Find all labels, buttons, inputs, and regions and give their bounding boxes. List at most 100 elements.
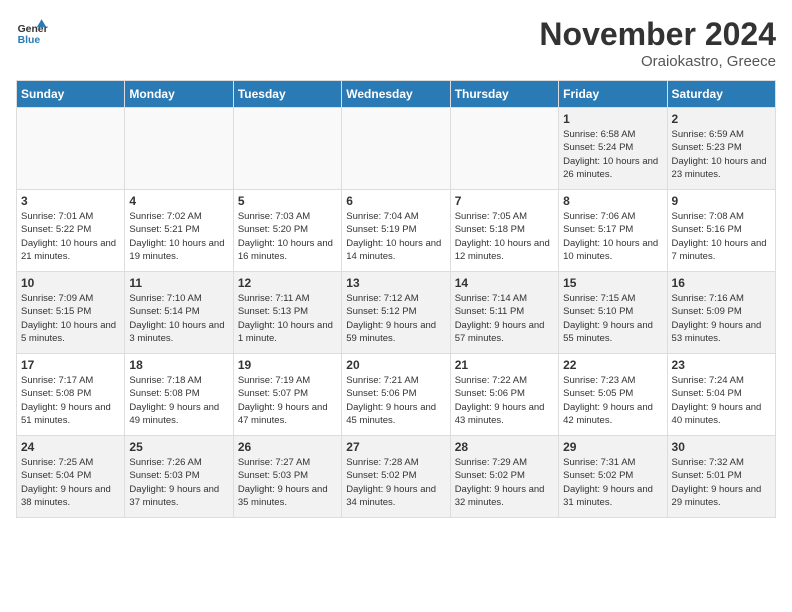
day-number: 19 bbox=[238, 358, 337, 372]
header-friday: Friday bbox=[559, 81, 667, 108]
day-info: Sunrise: 7:32 AM Sunset: 5:01 PM Dayligh… bbox=[672, 456, 771, 509]
calendar-cell: 29 Sunrise: 7:31 AM Sunset: 5:02 PM Dayli… bbox=[559, 436, 667, 518]
day-info: Sunrise: 7:15 AM Sunset: 5:10 PM Dayligh… bbox=[563, 292, 662, 345]
day-number: 13 bbox=[346, 276, 445, 290]
day-number: 11 bbox=[129, 276, 228, 290]
calendar-cell: 12 Sunrise: 7:11 AM Sunset: 5:13 PM Dayli… bbox=[233, 272, 341, 354]
calendar-cell: 7 Sunrise: 7:05 AM Sunset: 5:18 PM Daylig… bbox=[450, 190, 558, 272]
calendar-cell: 1 Sunrise: 6:58 AM Sunset: 5:24 PM Daylig… bbox=[559, 108, 667, 190]
day-info: Sunrise: 7:09 AM Sunset: 5:15 PM Dayligh… bbox=[21, 292, 120, 345]
calendar-cell: 14 Sunrise: 7:14 AM Sunset: 5:11 PM Dayli… bbox=[450, 272, 558, 354]
day-info: Sunrise: 7:18 AM Sunset: 5:08 PM Dayligh… bbox=[129, 374, 228, 427]
day-info: Sunrise: 7:24 AM Sunset: 5:04 PM Dayligh… bbox=[672, 374, 771, 427]
calendar-cell: 18Sunrise: 7:18 AM Sunset: 5:08 PM Dayli… bbox=[125, 354, 233, 436]
day-info: Sunrise: 7:23 AM Sunset: 5:05 PM Dayligh… bbox=[563, 374, 662, 427]
day-number: 22 bbox=[563, 358, 662, 372]
calendar-cell bbox=[233, 108, 341, 190]
calendar-cell: 16 Sunrise: 7:16 AM Sunset: 5:09 PM Dayli… bbox=[667, 272, 775, 354]
day-info: Sunrise: 7:02 AM Sunset: 5:21 PM Dayligh… bbox=[129, 210, 228, 263]
day-number: 20 bbox=[346, 358, 445, 372]
day-info: Sunrise: 7:01 AM Sunset: 5:22 PM Dayligh… bbox=[21, 210, 120, 263]
day-info: Sunrise: 6:59 AM Sunset: 5:23 PM Dayligh… bbox=[672, 128, 771, 181]
page-header: General Blue November 2024 Oraiokastro, … bbox=[16, 16, 776, 70]
calendar-cell bbox=[125, 108, 233, 190]
day-info: Sunrise: 7:28 AM Sunset: 5:02 PM Dayligh… bbox=[346, 456, 445, 509]
month-title: November 2024 bbox=[539, 16, 776, 53]
day-number: 28 bbox=[455, 440, 554, 454]
calendar-cell: 30 Sunrise: 7:32 AM Sunset: 5:01 PM Dayli… bbox=[667, 436, 775, 518]
day-info: Sunrise: 7:21 AM Sunset: 5:06 PM Dayligh… bbox=[346, 374, 445, 427]
calendar-cell: 3 Sunrise: 7:01 AM Sunset: 5:22 PM Daylig… bbox=[17, 190, 125, 272]
week-row-5: 24Sunrise: 7:25 AM Sunset: 5:04 PM Dayli… bbox=[17, 436, 776, 518]
calendar-cell bbox=[450, 108, 558, 190]
calendar-header-row: SundayMondayTuesdayWednesdayThursdayFrid… bbox=[17, 81, 776, 108]
day-info: Sunrise: 7:10 AM Sunset: 5:14 PM Dayligh… bbox=[129, 292, 228, 345]
day-number: 27 bbox=[346, 440, 445, 454]
day-info: Sunrise: 7:05 AM Sunset: 5:18 PM Dayligh… bbox=[455, 210, 554, 263]
day-info: Sunrise: 7:26 AM Sunset: 5:03 PM Dayligh… bbox=[129, 456, 228, 509]
calendar-cell: 17 Sunrise: 7:17 AM Sunset: 5:08 PM Dayli… bbox=[17, 354, 125, 436]
day-info: Sunrise: 7:27 AM Sunset: 5:03 PM Dayligh… bbox=[238, 456, 337, 509]
calendar-cell: 13 Sunrise: 7:12 AM Sunset: 5:12 PM Dayli… bbox=[342, 272, 450, 354]
logo: General Blue bbox=[16, 16, 48, 48]
day-info: Sunrise: 7:14 AM Sunset: 5:11 PM Dayligh… bbox=[455, 292, 554, 345]
day-info: Sunrise: 7:16 AM Sunset: 5:09 PM Dayligh… bbox=[672, 292, 771, 345]
day-info: Sunrise: 7:17 AM Sunset: 5:08 PM Dayligh… bbox=[21, 374, 120, 427]
day-number: 8 bbox=[563, 194, 662, 208]
day-number: 24 bbox=[21, 440, 120, 454]
header-wednesday: Wednesday bbox=[342, 81, 450, 108]
calendar-table: SundayMondayTuesdayWednesdayThursdayFrid… bbox=[16, 80, 776, 518]
title-block: November 2024 Oraiokastro, Greece bbox=[539, 16, 776, 70]
day-info: Sunrise: 7:03 AM Sunset: 5:20 PM Dayligh… bbox=[238, 210, 337, 263]
calendar-cell: 15 Sunrise: 7:15 AM Sunset: 5:10 PM Dayli… bbox=[559, 272, 667, 354]
day-info: Sunrise: 7:06 AM Sunset: 5:17 PM Dayligh… bbox=[563, 210, 662, 263]
day-number: 12 bbox=[238, 276, 337, 290]
day-number: 1 bbox=[563, 112, 662, 126]
day-info: Sunrise: 7:04 AM Sunset: 5:19 PM Dayligh… bbox=[346, 210, 445, 263]
calendar-cell: 27 Sunrise: 7:28 AM Sunset: 5:02 PM Dayli… bbox=[342, 436, 450, 518]
header-saturday: Saturday bbox=[667, 81, 775, 108]
calendar-cell: 11 Sunrise: 7:10 AM Sunset: 5:14 PM Dayli… bbox=[125, 272, 233, 354]
calendar-cell: 4Sunrise: 7:02 AM Sunset: 5:21 PM Daylig… bbox=[125, 190, 233, 272]
day-number: 25 bbox=[129, 440, 228, 454]
week-row-3: 10Sunrise: 7:09 AM Sunset: 5:15 PM Dayli… bbox=[17, 272, 776, 354]
day-number: 5 bbox=[238, 194, 337, 208]
day-number: 15 bbox=[563, 276, 662, 290]
calendar-cell: 8 Sunrise: 7:06 AM Sunset: 5:17 PM Daylig… bbox=[559, 190, 667, 272]
calendar-cell: 28 Sunrise: 7:29 AM Sunset: 5:02 PM Dayli… bbox=[450, 436, 558, 518]
day-number: 7 bbox=[455, 194, 554, 208]
calendar-cell: 25 Sunrise: 7:26 AM Sunset: 5:03 PM Dayli… bbox=[125, 436, 233, 518]
day-number: 3 bbox=[21, 194, 120, 208]
day-number: 16 bbox=[672, 276, 771, 290]
logo-icon: General Blue bbox=[16, 16, 48, 48]
day-info: Sunrise: 7:11 AM Sunset: 5:13 PM Dayligh… bbox=[238, 292, 337, 345]
svg-text:Blue: Blue bbox=[18, 35, 41, 46]
day-info: Sunrise: 7:08 AM Sunset: 5:16 PM Dayligh… bbox=[672, 210, 771, 263]
day-number: 21 bbox=[455, 358, 554, 372]
day-info: Sunrise: 7:19 AM Sunset: 5:07 PM Dayligh… bbox=[238, 374, 337, 427]
day-number: 23 bbox=[672, 358, 771, 372]
day-number: 29 bbox=[563, 440, 662, 454]
header-tuesday: Tuesday bbox=[233, 81, 341, 108]
day-info: Sunrise: 7:12 AM Sunset: 5:12 PM Dayligh… bbox=[346, 292, 445, 345]
calendar-cell: 5 Sunrise: 7:03 AM Sunset: 5:20 PM Daylig… bbox=[233, 190, 341, 272]
calendar-cell: 9Sunrise: 7:08 AM Sunset: 5:16 PM Daylig… bbox=[667, 190, 775, 272]
calendar-cell: 24Sunrise: 7:25 AM Sunset: 5:04 PM Dayli… bbox=[17, 436, 125, 518]
calendar-cell: 26Sunrise: 7:27 AM Sunset: 5:03 PM Dayli… bbox=[233, 436, 341, 518]
calendar-cell: 20 Sunrise: 7:21 AM Sunset: 5:06 PM Dayli… bbox=[342, 354, 450, 436]
header-sunday: Sunday bbox=[17, 81, 125, 108]
week-row-4: 17 Sunrise: 7:17 AM Sunset: 5:08 PM Dayli… bbox=[17, 354, 776, 436]
calendar-cell: 10Sunrise: 7:09 AM Sunset: 5:15 PM Dayli… bbox=[17, 272, 125, 354]
calendar-cell: 23 Sunrise: 7:24 AM Sunset: 5:04 PM Dayli… bbox=[667, 354, 775, 436]
header-monday: Monday bbox=[125, 81, 233, 108]
day-info: Sunrise: 7:31 AM Sunset: 5:02 PM Dayligh… bbox=[563, 456, 662, 509]
week-row-1: 1 Sunrise: 6:58 AM Sunset: 5:24 PM Daylig… bbox=[17, 108, 776, 190]
calendar-cell: 6Sunrise: 7:04 AM Sunset: 5:19 PM Daylig… bbox=[342, 190, 450, 272]
day-info: Sunrise: 7:29 AM Sunset: 5:02 PM Dayligh… bbox=[455, 456, 554, 509]
calendar-cell bbox=[17, 108, 125, 190]
day-number: 14 bbox=[455, 276, 554, 290]
day-number: 2 bbox=[672, 112, 771, 126]
day-info: Sunrise: 6:58 AM Sunset: 5:24 PM Dayligh… bbox=[563, 128, 662, 181]
day-number: 17 bbox=[21, 358, 120, 372]
day-number: 30 bbox=[672, 440, 771, 454]
